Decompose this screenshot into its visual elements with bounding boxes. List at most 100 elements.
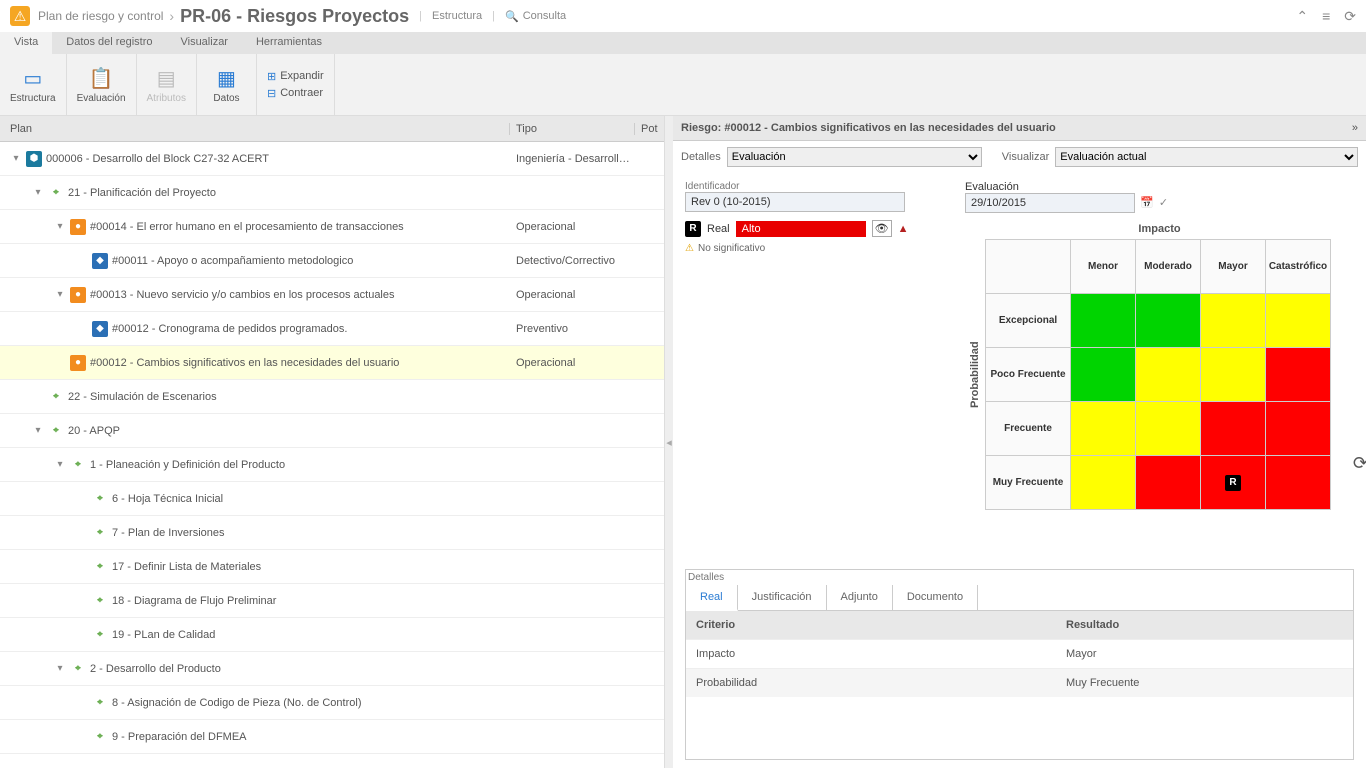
tab-documento[interactable]: Documento <box>893 585 978 610</box>
select-detalles[interactable]: Evaluación <box>727 147 982 167</box>
list-icon[interactable]: ≡ <box>1322 8 1330 25</box>
val-identificador[interactable]: Rev 0 (10-2015) <box>685 192 905 212</box>
tab-real[interactable]: Real <box>686 585 738 611</box>
matrix-cell[interactable] <box>1201 402 1266 456</box>
risk-matrix: MenorModeradoMayorCatastróficoExcepciona… <box>985 239 1331 510</box>
tree-row[interactable]: ⌖9 - Preparación del DFMEA <box>0 720 664 754</box>
matrix-cell[interactable] <box>1071 456 1136 510</box>
calendar-icon[interactable]: 📅 <box>1140 197 1154 209</box>
tree-row[interactable]: ⌖22 - Simulación de Escenarios <box>0 380 664 414</box>
tree-row[interactable]: ▾●#00013 - Nuevo servicio y/o cambios en… <box>0 278 664 312</box>
tree-row[interactable]: ⌖19 - PLan de Calidad <box>0 618 664 652</box>
ribbon-datos[interactable]: ▦ Datos <box>197 54 257 115</box>
risk-icon: ● <box>70 355 86 371</box>
matrix-cell[interactable] <box>1201 348 1266 402</box>
ribbon-contraer[interactable]: ⊟Contraer <box>267 87 324 100</box>
tree-row[interactable]: ⌖7 - Plan de Inversiones <box>0 516 664 550</box>
expander-icon[interactable]: ▾ <box>32 187 44 198</box>
breadcrumb-root[interactable]: Plan de riesgo y control <box>38 9 163 23</box>
tree-row[interactable]: ▾●#00014 - El error humano en el procesa… <box>0 210 664 244</box>
attributes-icon: ▤ <box>157 65 176 91</box>
link-consulta[interactable]: Consulta <box>523 10 566 22</box>
ctrl-icon: ◆ <box>92 321 108 337</box>
tree-row[interactable]: ▾ ⬢ 000006 - Desarrollo del Block C27-32 A… <box>0 142 664 176</box>
warning-triangle-icon: ▲ <box>898 223 909 235</box>
tree-row[interactable]: ▾ ⌖ 20 - APQP <box>0 414 664 448</box>
tree-label: #00012 - Cronograma de pedidos programad… <box>112 323 347 335</box>
refresh-side-icon[interactable]: ⟳ <box>1353 453 1366 474</box>
tab-adjunto[interactable]: Adjunto <box>827 585 893 610</box>
matrix-cell[interactable] <box>1071 402 1136 456</box>
search-icon: 🔍 <box>505 10 519 23</box>
expander-icon[interactable]: ▾ <box>54 289 66 300</box>
matrix-x-title: Impacto <box>965 223 1354 235</box>
risk-icon: ● <box>70 219 86 235</box>
collapse-up-icon[interactable]: ⌃ <box>1296 8 1308 25</box>
tree-row[interactable]: ⌖8 - Asignación de Codigo de Pieza (No. … <box>0 686 664 720</box>
tree-label: 19 - PLan de Calidad <box>112 629 215 641</box>
lbl-evaluacion: Evaluación <box>965 181 1354 193</box>
tree-label: 20 - APQP <box>68 425 120 437</box>
splitter[interactable]: ◂ <box>665 116 673 768</box>
collapse-icon: ⊟ <box>267 87 276 100</box>
expander-icon[interactable]: ▾ <box>54 221 66 232</box>
struct-icon: ⌖ <box>92 525 108 541</box>
refresh-icon[interactable]: ⟳ <box>1344 8 1356 25</box>
select-visualizar[interactable]: Evaluación actual <box>1055 147 1358 167</box>
plan-tree-pane: Plan Tipo Pot ▾ ⬢ 000006 - Desarrollo del … <box>0 116 665 768</box>
badge-alto: Alto <box>736 221 866 237</box>
binoculars-icon[interactable]: 👁 <box>872 220 892 237</box>
tab-justificacion[interactable]: Justificación <box>738 585 827 610</box>
tree-label: 8 - Asignación de Codigo de Pieza (No. d… <box>112 697 361 709</box>
expander-icon[interactable]: ▾ <box>10 153 22 164</box>
expander-icon[interactable]: ▾ <box>32 425 44 436</box>
struct-icon: ⌖ <box>70 661 86 677</box>
tree-row[interactable]: ⌖18 - Diagrama de Flujo Preliminar <box>0 584 664 618</box>
matrix-cell[interactable] <box>1266 402 1331 456</box>
ribbon-estructura[interactable]: ▭ Estructura <box>0 54 67 115</box>
matrix-cell[interactable] <box>1136 402 1201 456</box>
matrix-cell[interactable] <box>1266 294 1331 348</box>
tab-herramientas[interactable]: Herramientas <box>242 32 336 54</box>
tree-row[interactable]: ▾⌖2 - Desarrollo del Producto <box>0 652 664 686</box>
plan-tree[interactable]: ▾ ⬢ 000006 - Desarrollo del Block C27-32 A… <box>0 142 664 768</box>
check-icon[interactable]: ✓ <box>1159 197 1168 209</box>
expander-icon[interactable]: ▾ <box>54 459 66 470</box>
tree-row[interactable]: ▾⌖1 - Planeación y Definición del Produc… <box>0 448 664 482</box>
matrix-cell[interactable] <box>1071 294 1136 348</box>
expander-icon[interactable]: ▾ <box>54 663 66 674</box>
matrix-cell[interactable] <box>1136 348 1201 402</box>
matrix-cell[interactable] <box>1266 348 1331 402</box>
val-evaluacion[interactable]: 29/10/2015 <box>965 193 1135 213</box>
ribbon-evaluacion[interactable]: 📋 Evaluación <box>67 54 137 115</box>
matrix-cell[interactable] <box>1201 294 1266 348</box>
col-header-tipo[interactable]: Tipo <box>510 123 635 135</box>
ribbon-expandir[interactable]: ⊞Expandir <box>267 70 324 83</box>
col-header-pot[interactable]: Pot <box>635 123 664 135</box>
matrix-cell[interactable]: R <box>1201 456 1266 510</box>
tree-row[interactable]: ◆ #00012 - Cronograma de pedidos programa… <box>0 312 664 346</box>
col-header-plan[interactable]: Plan <box>0 123 510 135</box>
matrix-cell[interactable] <box>1136 456 1201 510</box>
tree-row[interactable]: ⌖17 - Definir Lista de Materiales <box>0 550 664 584</box>
matrix-cell[interactable] <box>1136 294 1201 348</box>
lbl-nosignificativo: No significativo <box>698 243 765 254</box>
lbl-identificador: Identificador <box>685 181 945 192</box>
matrix-cell[interactable] <box>1266 456 1331 510</box>
hex-icon: ⬢ <box>26 151 42 167</box>
link-estructura[interactable]: Estructura <box>432 10 482 22</box>
tree-row[interactable]: ●#00012 - Cambios significativos en las … <box>0 346 664 380</box>
tree-label: 000006 - Desarrollo del Block C27-32 ACE… <box>46 153 269 165</box>
matrix-cell[interactable] <box>1071 348 1136 402</box>
ribbon-atributos: ▤ Atributos <box>137 54 197 115</box>
tree-label: 9 - Preparación del DFMEA <box>112 731 247 743</box>
expand-detail-icon[interactable]: » <box>1352 122 1358 134</box>
struct-icon: ⌖ <box>48 423 64 439</box>
tree-row[interactable]: ▾⌖21 - Planificación del Proyecto <box>0 176 664 210</box>
tab-vista[interactable]: Vista <box>0 32 52 54</box>
tab-visualizar[interactable]: Visualizar <box>166 32 242 54</box>
tab-datos[interactable]: Datos del registro <box>52 32 166 54</box>
tree-row[interactable]: ◆#00011 - Apoyo o acompañamiento metodol… <box>0 244 664 278</box>
tree-row[interactable]: ⌖6 - Hoja Técnica Inicial <box>0 482 664 516</box>
risk-icon: ● <box>70 287 86 303</box>
